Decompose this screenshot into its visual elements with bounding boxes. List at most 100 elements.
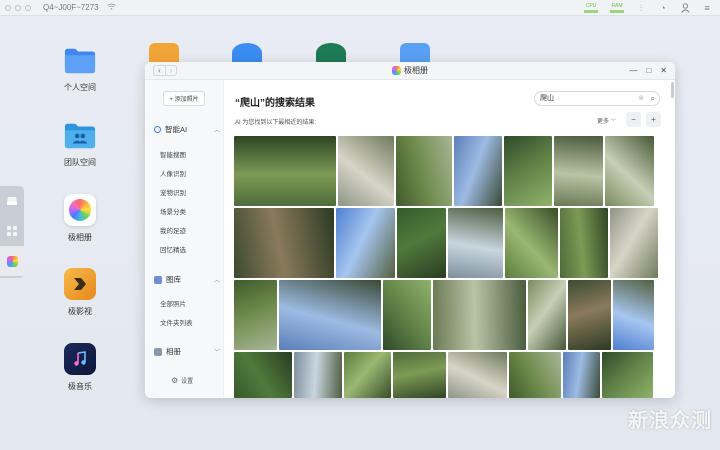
sidebar-item-smart-search[interactable]: 智能搜图 — [160, 149, 186, 159]
photo-thumbnail[interactable] — [610, 208, 658, 278]
zoom-out-button[interactable]: − — [626, 112, 641, 127]
sidebar-item-pet-recognition[interactable]: 宠物识别 — [160, 187, 186, 197]
photo-thumbnail[interactable] — [602, 352, 653, 398]
photo-thumbnail[interactable] — [528, 280, 566, 350]
app-logo-icon — [392, 66, 401, 75]
wifi-icon — [106, 3, 116, 12]
photos-window: ‹ › 极相册 — □ ✕ + 添加照片 智能AI ︿ 智能搜图 人像识别 宠物… — [145, 62, 675, 398]
sidebar-item-all-photos[interactable]: 全部照片 — [160, 298, 186, 308]
photo-thumbnail[interactable] — [294, 352, 342, 398]
more-dropdown[interactable]: 更多 ﹀ — [597, 116, 616, 125]
desktop-icon-label: 个人空间 — [64, 83, 96, 92]
desktop-icon-team-space[interactable]: 团队空间 — [50, 119, 110, 168]
close-button[interactable]: ✕ — [660, 66, 667, 75]
photo-thumbnail[interactable] — [504, 136, 552, 206]
device-name[interactable]: Q4~J00F~7273 — [43, 3, 99, 12]
chevron-down-icon: ﹀ — [213, 350, 220, 356]
sidebar-section-albums[interactable]: 相册 ﹀ — [154, 346, 220, 357]
photo-thumbnail[interactable] — [234, 208, 334, 278]
photo-thumbnail[interactable] — [397, 208, 446, 278]
photo-thumbnail[interactable] — [568, 280, 611, 350]
photo-thumbnail[interactable] — [338, 136, 394, 206]
dock-photos-button[interactable] — [0, 246, 24, 276]
window-titlebar[interactable]: ‹ › 极相册 — □ ✕ — [145, 62, 675, 80]
speed-gauge-icon[interactable]: ◔ — [658, 3, 668, 13]
team-folder-icon — [64, 119, 96, 151]
sidebar-section-gallery[interactable]: 图库 ︿ — [154, 274, 220, 285]
dock-drive-button[interactable] — [0, 186, 24, 216]
app-peek-orange[interactable] — [149, 43, 179, 63]
cpu-meter: CPU — [584, 3, 598, 13]
window-dots — [5, 4, 31, 11]
photo-thumbnail[interactable] — [554, 136, 603, 206]
desktop-icon-label: 极影视 — [68, 307, 92, 316]
desktop-icon-photos[interactable]: 极相册 — [50, 194, 110, 243]
add-photo-button[interactable]: + 添加照片 — [163, 91, 205, 106]
desktop-icon-label: 极相册 — [68, 233, 92, 242]
desktop-icon-music[interactable]: 极音乐 — [50, 343, 110, 392]
side-dock — [0, 186, 24, 278]
zoom-in-button[interactable]: + — [646, 112, 661, 127]
sidebar-item-my-footprints[interactable]: 我的足迹 — [160, 225, 186, 235]
sidebar-item-scene-classification[interactable]: 场景分类 — [160, 206, 186, 216]
photo-thumbnail[interactable] — [605, 136, 654, 206]
album-icon — [154, 347, 162, 356]
sidebar-section-ai[interactable]: 智能AI ︿ — [154, 124, 220, 135]
app-peek-green[interactable] — [316, 43, 346, 63]
dock-apps-button[interactable] — [0, 216, 24, 246]
chevron-down-icon: ﹀ — [610, 119, 616, 125]
sidebar-item-folder-list[interactable]: 文件夹列表 — [160, 317, 193, 327]
photos-icon — [64, 194, 96, 226]
photo-thumbnail[interactable] — [505, 208, 558, 278]
ai-search-icon — [154, 126, 161, 133]
photo-thumbnail[interactable] — [560, 208, 608, 278]
window-controls: — □ ✕ — [629, 66, 667, 75]
folder-icon — [64, 44, 96, 76]
desktop-icon-personal-space[interactable]: 个人空间 — [50, 44, 110, 93]
photo-thumbnail[interactable] — [279, 280, 381, 350]
search-input[interactable]: 爬山 ⊗ ⌕ — [534, 91, 660, 106]
photo-thumbnail[interactable] — [336, 208, 395, 278]
settings-sliders-icon[interactable]: ⫶ — [636, 3, 646, 13]
window-title: 极相册 — [392, 65, 428, 76]
back-button[interactable]: ‹ — [154, 66, 165, 75]
photo-thumbnail[interactable] — [393, 352, 446, 398]
maximize-button[interactable]: □ — [646, 66, 651, 75]
music-icon — [64, 343, 96, 375]
photo-thumbnail[interactable] — [448, 208, 503, 278]
app-peek-blue[interactable] — [232, 43, 262, 63]
chevron-up-icon: ︿ — [213, 278, 220, 284]
photo-thumbnail[interactable] — [448, 352, 507, 398]
sidebar-item-face-recognition[interactable]: 人像识别 — [160, 168, 186, 178]
system-topbar: Q4~J00F~7273 CPU RAM ⫶ ◔ ≡ — [0, 0, 720, 16]
photo-thumbnail[interactable] — [234, 280, 277, 350]
minimize-button[interactable]: — — [629, 66, 637, 75]
photo-thumbnail[interactable] — [509, 352, 561, 398]
photo-thumbnail[interactable] — [613, 280, 654, 350]
photo-thumbnail[interactable] — [433, 280, 526, 350]
desktop-icon-label: 团队空间 — [64, 158, 96, 167]
search-icon[interactable]: ⌕ — [651, 92, 655, 105]
settings-button[interactable]: ⚙ 设置 — [171, 376, 193, 385]
watermark: 新浪众测 — [628, 410, 712, 432]
photo-thumbnail[interactable] — [344, 352, 391, 398]
search-results-title: “爬山”的搜索结果 — [235, 98, 315, 109]
window-title-text: 极相册 — [404, 66, 428, 75]
gallery-icon — [154, 275, 162, 284]
ram-meter: RAM — [610, 3, 624, 13]
photo-thumbnail[interactable] — [234, 352, 292, 398]
app-peek-ai[interactable] — [400, 43, 430, 63]
photo-thumbnail[interactable] — [454, 136, 502, 206]
forward-button[interactable]: › — [165, 66, 176, 75]
photo-thumbnail[interactable] — [563, 352, 600, 398]
clear-icon[interactable]: ⊗ — [638, 92, 644, 105]
sidebar-item-memories[interactable]: 回忆精选 — [160, 244, 186, 254]
photo-thumbnail[interactable] — [234, 136, 336, 206]
menu-icon[interactable]: ≡ — [702, 3, 712, 13]
desktop-icon-video[interactable]: 极影视 — [50, 268, 110, 317]
scrollbar[interactable] — [671, 82, 674, 98]
chevron-up-icon: ︿ — [213, 128, 220, 134]
user-icon[interactable] — [680, 3, 690, 13]
photo-thumbnail[interactable] — [396, 136, 452, 206]
photo-thumbnail[interactable] — [383, 280, 431, 350]
